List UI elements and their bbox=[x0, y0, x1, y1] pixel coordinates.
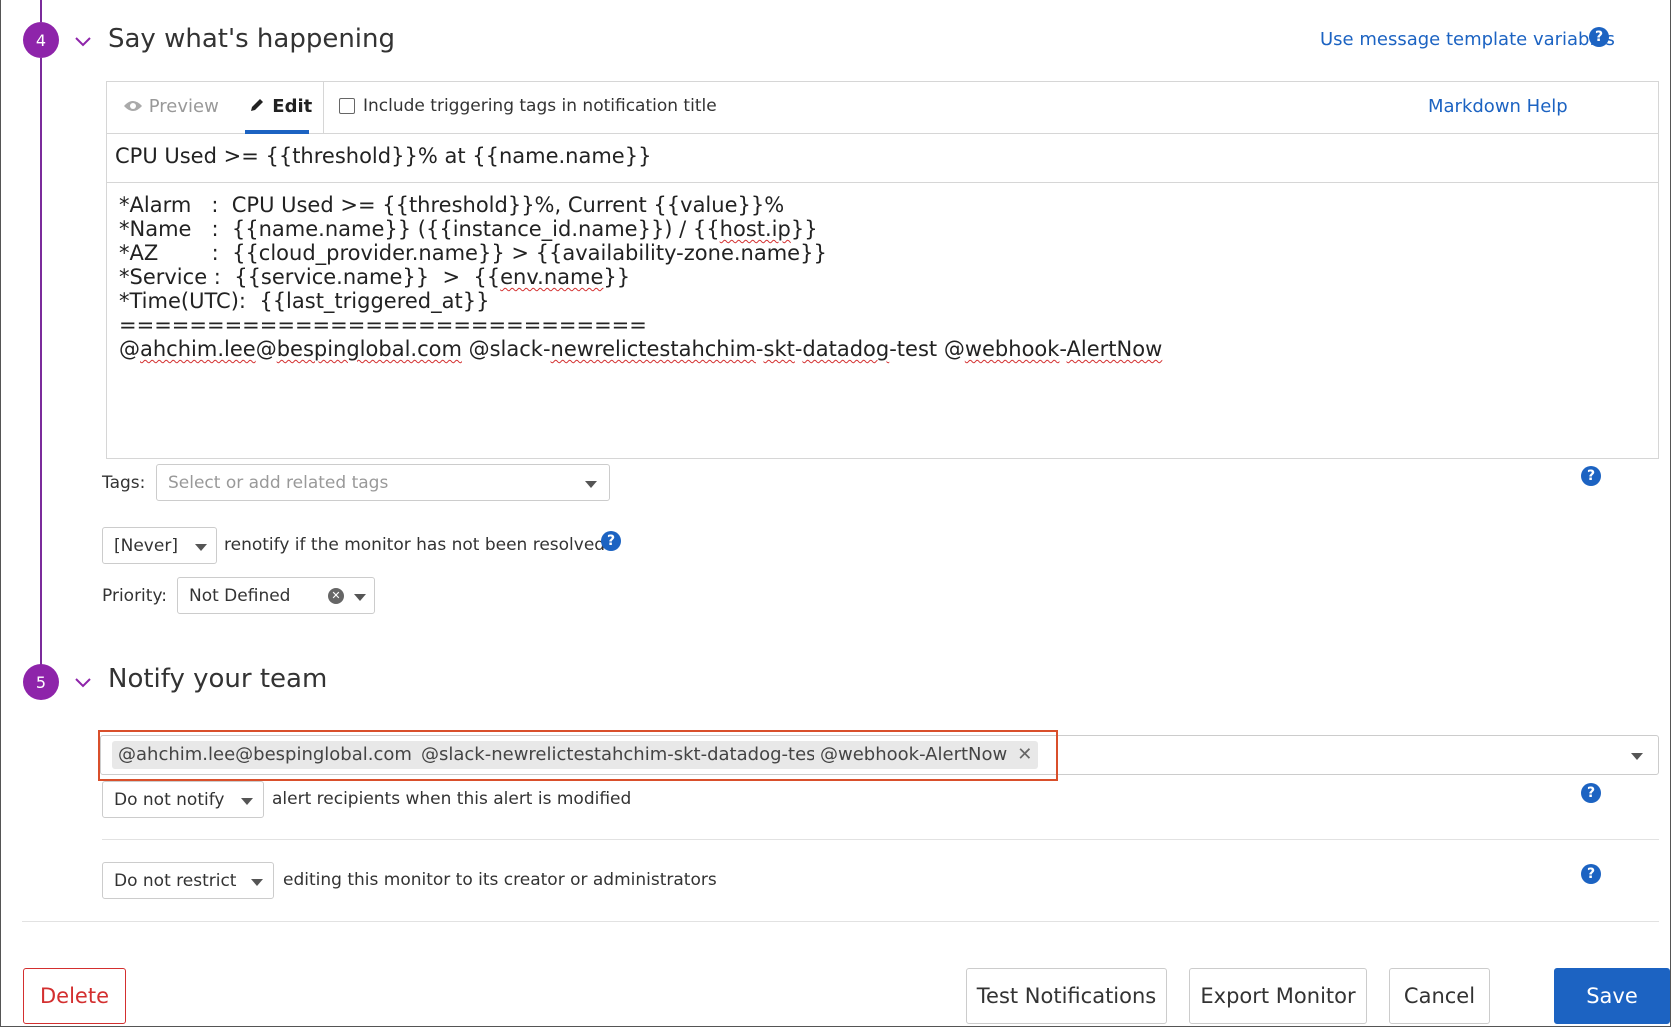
body-line: *Alarm : CPU Used >= {{threshold}}%, Cur… bbox=[119, 193, 785, 217]
priority-value: Not Defined bbox=[189, 586, 291, 606]
caret-down-icon bbox=[585, 481, 597, 488]
eye-icon bbox=[124, 101, 142, 111]
caret-down-icon bbox=[251, 879, 263, 886]
body-line: ============================== bbox=[119, 313, 647, 337]
tab-preview[interactable]: Preview bbox=[123, 96, 219, 117]
question-circle-icon[interactable]: ? bbox=[1581, 466, 1601, 486]
recipient-chip[interactable]: @slack-newrelictestahchim-skt-datadog-te… bbox=[415, 741, 854, 769]
notification-body-textarea[interactable]: *Alarm : CPU Used >= {{threshold}}%, Cur… bbox=[107, 183, 1658, 371]
editor-toolbar: Preview Edit Include triggering tags in … bbox=[107, 82, 1658, 134]
tags-select[interactable]: Select or add related tags bbox=[156, 464, 610, 501]
clear-circle-icon[interactable]: ✕ bbox=[328, 588, 344, 604]
active-tab-indicator bbox=[245, 130, 309, 134]
divider bbox=[22, 921, 1659, 922]
caret-down-icon bbox=[241, 798, 253, 805]
include-tags-label: Include triggering tags in notification … bbox=[363, 96, 717, 116]
tab-edit-label: Edit bbox=[272, 96, 313, 117]
markdown-help-link[interactable]: Markdown Help bbox=[1428, 96, 1568, 117]
recipient-chip[interactable]: @ahchim.lee@bespinglobal.com✕ bbox=[112, 741, 444, 769]
body-line: *Time(UTC): {{last_triggered_at}} bbox=[119, 289, 490, 313]
step-4-badge: 4 bbox=[23, 22, 59, 58]
caret-down-icon bbox=[1631, 753, 1643, 760]
delete-button[interactable]: Delete bbox=[23, 968, 126, 1024]
tab-edit[interactable]: Edit bbox=[248, 96, 312, 117]
message-template-variables-link[interactable]: Use message template variables bbox=[1320, 29, 1615, 50]
body-line: @ahchim.lee@bespinglobal.com @slack-newr… bbox=[119, 337, 1163, 361]
cancel-button[interactable]: Cancel bbox=[1389, 968, 1490, 1024]
renotify-text: renotify if the monitor has not been res… bbox=[224, 535, 606, 555]
renotify-select[interactable]: [Never] bbox=[102, 527, 217, 564]
section-4-title: Say what's happening bbox=[108, 24, 396, 54]
tags-label: Tags: bbox=[102, 473, 146, 493]
question-circle-icon[interactable]: ? bbox=[601, 531, 621, 551]
divider bbox=[102, 839, 1659, 840]
recipient-chip-label: @slack-newrelictestahchim-skt-datadog-te… bbox=[421, 744, 823, 765]
close-icon[interactable]: ✕ bbox=[1017, 744, 1032, 765]
body-line: *Service : {{service.name}} > {{env.name… bbox=[119, 265, 631, 289]
pencil-icon bbox=[251, 99, 263, 111]
restrict-select[interactable]: Do not restrict bbox=[102, 862, 274, 899]
toolbar-separator bbox=[323, 82, 324, 134]
restrict-text: editing this monitor to its creator or a… bbox=[283, 870, 717, 890]
question-circle-icon[interactable]: ? bbox=[1589, 27, 1609, 47]
priority-select[interactable]: Not Defined ✕ bbox=[177, 577, 375, 614]
modify-notify-select[interactable]: Do not notify bbox=[102, 781, 264, 818]
chevron-down-icon[interactable] bbox=[74, 674, 92, 692]
step-5-badge: 5 bbox=[23, 664, 59, 700]
notification-title-input[interactable]: CPU Used >= {{threshold}}% at {{name.nam… bbox=[107, 134, 1658, 183]
export-monitor-button[interactable]: Export Monitor bbox=[1189, 968, 1367, 1024]
caret-down-icon bbox=[354, 594, 366, 601]
body-line: *AZ : {{cloud_provider.name}} > {{availa… bbox=[119, 241, 827, 265]
test-notifications-button[interactable]: Test Notifications bbox=[966, 968, 1167, 1024]
recipient-chip-label: @ahchim.lee@bespinglobal.com bbox=[118, 744, 412, 765]
question-circle-icon[interactable]: ? bbox=[1581, 864, 1601, 884]
timeline-line bbox=[40, 58, 42, 678]
recipient-chip-label: @webhook-AlertNow bbox=[820, 744, 1008, 765]
priority-label: Priority: bbox=[102, 586, 167, 606]
modify-notify-value: Do not notify bbox=[114, 790, 225, 810]
chevron-down-icon[interactable] bbox=[74, 33, 92, 51]
restrict-value: Do not restrict bbox=[114, 871, 237, 891]
caret-down-icon bbox=[195, 544, 207, 551]
recipient-chip[interactable]: @webhook-AlertNow ✕ bbox=[814, 741, 1039, 769]
include-tags-checkbox[interactable] bbox=[339, 98, 355, 114]
save-button[interactable]: Save bbox=[1554, 968, 1670, 1024]
modify-notify-text: alert recipients when this alert is modi… bbox=[272, 789, 632, 809]
body-line: *Name : {{name.name}} ({{instance_id.nam… bbox=[119, 217, 818, 241]
tags-placeholder: Select or add related tags bbox=[168, 473, 389, 493]
section-5-title: Notify your team bbox=[108, 664, 328, 694]
tab-preview-label: Preview bbox=[148, 96, 219, 117]
renotify-value: [Never] bbox=[114, 536, 178, 556]
message-editor: Preview Edit Include triggering tags in … bbox=[106, 81, 1659, 459]
timeline-line-top bbox=[40, 0, 42, 22]
question-circle-icon[interactable]: ? bbox=[1581, 783, 1601, 803]
